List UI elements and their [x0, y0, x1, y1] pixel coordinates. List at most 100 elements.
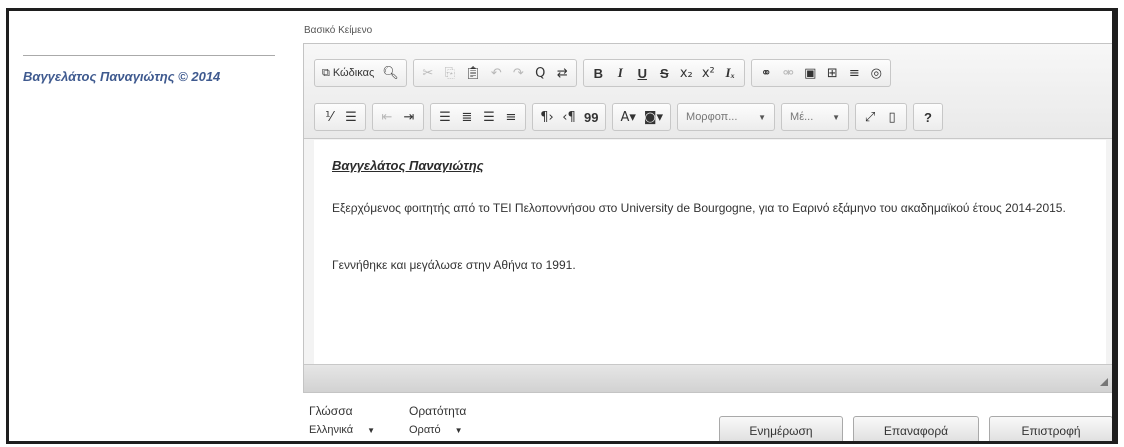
superscript-button[interactable]: x²	[697, 62, 719, 84]
toolbar-group: ⤢ ▯	[855, 103, 908, 131]
indent-icon: ⇥	[403, 109, 415, 125]
rtl-icon: ‹¶	[562, 109, 576, 125]
language-label: Γλώσσα	[309, 404, 353, 418]
align-left-icon: ☰	[439, 109, 451, 125]
chevron-down-icon: ▼	[367, 425, 376, 435]
link-icon: ⚭	[760, 65, 772, 81]
align-right-icon: ☰	[483, 109, 495, 125]
unlink-icon: ⚮	[782, 65, 794, 81]
rich-text-editor: ⧉ Κώδικας 🔍︎ ✂ ⎘ 📋︎ ↶ ↷ Q ⇄ B I U Sx₂ x² Iₓ ⚭ ⚮ ▣ ⊞ ≡ ◎ ⅟ ☰ ⇤ ⇥ ☰…	[303, 43, 1112, 393]
underline-button[interactable]: U	[631, 62, 653, 84]
format-combo-value: Μορφοπ...	[686, 111, 738, 123]
link-button[interactable]: ⚭	[755, 62, 777, 84]
cut-button[interactable]: ✂	[417, 62, 439, 84]
align-center-button[interactable]: ≣	[456, 106, 478, 128]
divider	[23, 55, 275, 56]
outdent-button[interactable]: ⇤	[376, 106, 398, 128]
copyright-text: Βαγγελάτος Παναγιώτης © 2014	[23, 69, 221, 84]
toolbar-group: Μορφοπ... ▼	[677, 103, 776, 131]
bulleted-list-button[interactable]: ☰	[340, 106, 362, 128]
italic-button[interactable]: I	[609, 62, 631, 84]
redo-button[interactable]: ↷	[507, 62, 529, 84]
horizontal-rule-button[interactable]: ≡	[843, 62, 865, 84]
strikethrough-icon: S	[659, 65, 669, 81]
image-icon: ▣	[804, 65, 817, 81]
italic-icon: I	[617, 65, 623, 80]
preview-icon: 🔍︎	[382, 65, 399, 81]
background-color-button[interactable]: ◙▾	[640, 106, 667, 128]
editor-toolbar: ⧉ Κώδικας 🔍︎ ✂ ⎘ 📋︎ ↶ ↷ Q ⇄ B I U Sx₂ x² Iₓ ⚭ ⚮ ▣ ⊞ ≡ ◎ ⅟ ☰ ⇤ ⇥ ☰…	[304, 44, 1112, 139]
align-justify-icon: ≡	[505, 109, 517, 125]
editor-content[interactable]: Βαγγελάτος Παναγιώτης Εξερχόμενος φοιτητ…	[314, 140, 1106, 364]
globe-button[interactable]: ◎	[865, 62, 887, 84]
resize-handle-icon[interactable]	[1100, 378, 1108, 386]
content-paragraph-2: Γεννήθηκε και μεγάλωσε στην Αθήνα το 199…	[332, 258, 576, 272]
copy-icon: ⎘	[444, 65, 455, 81]
subscript-button[interactable]: x₂	[675, 62, 697, 84]
help-icon: ?	[924, 109, 932, 125]
align-left-button[interactable]: ☰	[434, 106, 456, 128]
numbered-list-icon: ⅟	[325, 109, 333, 125]
language-select[interactable]: Ελληνικά ▼	[309, 424, 375, 436]
show-blocks-button[interactable]: ▯	[881, 106, 903, 128]
ltr-button[interactable]: ¶›	[536, 106, 558, 128]
update-button[interactable]: Ενημέρωση	[719, 416, 843, 441]
cut-icon: ✂	[422, 65, 434, 81]
format-combo[interactable]: Μορφοπ... ▼	[681, 106, 771, 128]
toolbar-group: ⚭ ⚮ ▣ ⊞ ≡ ◎	[751, 59, 892, 87]
text-color-button[interactable]: A▾	[616, 106, 639, 128]
preview-button[interactable]: 🔍︎	[378, 62, 403, 84]
button-label: Κώδικας	[332, 67, 375, 79]
chevron-down-icon: ▼	[832, 112, 841, 122]
background-color-icon: ◙▾	[643, 109, 664, 125]
replace-button[interactable]: ⇄	[551, 62, 573, 84]
blockquote-button[interactable]: 99	[580, 106, 602, 128]
indent-button[interactable]: ⇥	[398, 106, 420, 128]
rtl-button[interactable]: ‹¶	[558, 106, 580, 128]
table-button[interactable]: ⊞	[821, 62, 843, 84]
superscript-icon: x²	[701, 65, 715, 81]
remove-format-icon: Iₓ	[725, 65, 736, 80]
content-heading: Βαγγελάτος Παναγιώτης	[332, 158, 484, 173]
table-icon: ⊞	[826, 65, 838, 81]
image-button[interactable]: ▣	[799, 62, 821, 84]
undo-icon: ↶	[490, 65, 502, 81]
restore-button[interactable]: Επαναφορά	[853, 416, 979, 441]
bold-button[interactable]: B	[587, 62, 609, 84]
toolbar-group: ?	[913, 103, 944, 131]
toolbar-row-2: ⅟ ☰ ⇤ ⇥ ☰ ≣ ☰ ≡ ¶› ‹¶ 99 A▾ ◙▾ Μορφοπ... ▼ Μέ... ▼ ⤢ ▯?	[314, 102, 944, 132]
editor-title: Βασικό Κείμενο	[304, 25, 373, 36]
align-justify-button[interactable]: ≡	[500, 106, 522, 128]
size-combo[interactable]: Μέ... ▼	[785, 106, 845, 128]
show-blocks-icon: ▯	[888, 109, 896, 125]
undo-button[interactable]: ↶	[485, 62, 507, 84]
left-pane: Βαγγελάτος Παναγιώτης © 2014	[9, 11, 284, 441]
visibility-select[interactable]: Ορατό ▼	[409, 424, 463, 436]
horizontal-rule-icon: ≡	[848, 65, 860, 81]
bulleted-list-icon: ☰	[345, 109, 357, 125]
numbered-list-button[interactable]: ⅟	[318, 106, 340, 128]
bold-icon: B	[593, 65, 603, 81]
editor-status-bar	[304, 364, 1112, 392]
remove-format-button[interactable]: Iₓ	[719, 62, 741, 84]
maximize-button[interactable]: ⤢	[859, 106, 881, 128]
back-button[interactable]: Επιστροφή	[989, 416, 1112, 441]
visibility-value: Ορατό	[409, 424, 441, 436]
subscript-icon: x₂	[679, 65, 693, 81]
strikethrough-button[interactable]: S	[653, 62, 675, 84]
align-right-button[interactable]: ☰	[478, 106, 500, 128]
toolbar-group: ⇤ ⇥	[372, 103, 424, 131]
find-button[interactable]: Q	[529, 62, 551, 84]
visibility-label: Ορατότητα	[409, 404, 467, 418]
content-paragraph-1: Εξερχόμενος φοιτητής από το ΤΕΙ Πελοπονν…	[332, 201, 1066, 215]
help-button[interactable]: ?	[917, 106, 939, 128]
copy-button[interactable]: ⎘	[439, 62, 461, 84]
chevron-down-icon: ▼	[758, 112, 767, 122]
paste-button[interactable]: 📋︎	[461, 62, 486, 84]
blockquote-icon: 99	[584, 109, 599, 125]
toolbar-group: ⅟ ☰	[314, 103, 366, 131]
unlink-button[interactable]: ⚮	[777, 62, 799, 84]
toolbar-group: ☰ ≣ ☰ ≡	[430, 103, 526, 131]
outdent-icon: ⇤	[381, 109, 393, 125]
source-button[interactable]: ⧉ Κώδικας	[318, 62, 378, 84]
